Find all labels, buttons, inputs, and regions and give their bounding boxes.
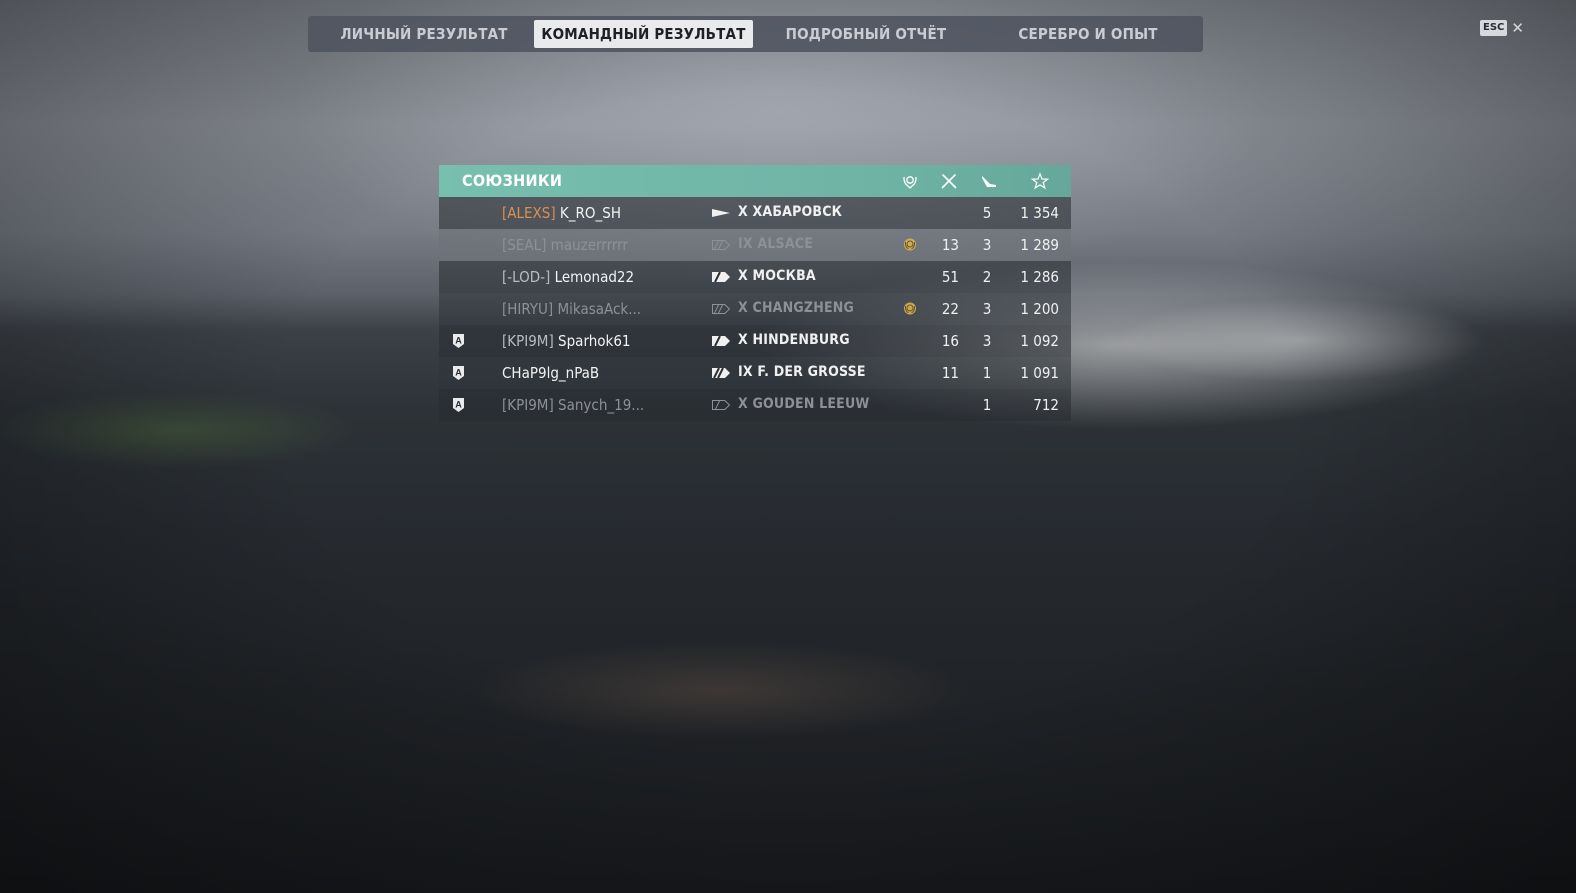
stat-col1: 11 (941, 364, 959, 382)
stat-col1: 13 (941, 236, 959, 254)
tab-personal-result[interactable]: ЛИЧНЫЙ РЕЗУЛЬТАТ (314, 20, 534, 48)
player-name: [ALEXS] K_RO_SH (502, 204, 621, 222)
battleship-class-icon (711, 367, 731, 379)
stat-score: 1 354 (1020, 204, 1059, 222)
player-name: [KPI9M] Sparhok61 (502, 332, 631, 350)
player-row[interactable]: A [KPI9M] Sanych_19... X GOUDEN LEEUW 1 … (439, 389, 1071, 421)
esc-key-label: ESC (1480, 20, 1508, 36)
stat-score: 1 289 (1020, 236, 1059, 254)
player-nick: MikasaAck... (557, 300, 642, 318)
player-name: CHaP9lg_nPaB (502, 364, 599, 382)
division-icon: A (452, 397, 465, 413)
division-icon: A (452, 333, 465, 349)
stat-col2: 3 (982, 300, 992, 318)
close-button[interactable]: ESC ✕ (1480, 20, 1524, 36)
clan-tag: [KPI9M] (502, 332, 554, 350)
ship-name: IX F. DER GROSSE (738, 364, 866, 380)
player-row[interactable]: [HIRYU] MikasaAck... X CHANGZHENG 22 3 1… (439, 293, 1071, 325)
laurel-medal-icon (901, 236, 919, 254)
star-icon (1031, 172, 1049, 190)
player-row[interactable]: A [KPI9M] Sparhok61 X HINDENBURG 16 3 1 … (439, 325, 1071, 357)
stat-score: 712 (1033, 396, 1059, 414)
stat-score: 1 091 (1020, 364, 1059, 382)
hit-icon (980, 172, 998, 190)
cruiser-class-icon (711, 399, 731, 411)
tab-detailed-report[interactable]: ПОДРОБНЫЙ ОТЧЁТ (753, 20, 979, 48)
stat-col2: 3 (982, 236, 992, 254)
stat-col2: 1 (982, 396, 992, 414)
ship-name: X CHANGZHENG (738, 300, 855, 316)
ship-name: X GOUDEN LEEUW (738, 396, 870, 412)
ship-name: IX ALSACE (738, 236, 814, 252)
stat-score: 1 200 (1020, 300, 1059, 318)
player-nick: K_RO_SH (559, 204, 621, 222)
ship-name: X МОСКВА (738, 268, 816, 284)
clan-tag: [KPI9M] (502, 396, 554, 414)
team-header: СОЮЗНИКИ (439, 165, 1071, 197)
team-rows: [ALEXS] K_RO_SH X ХАБАРОВСК 5 1 354 [SEA… (439, 197, 1071, 421)
player-nick: mauzerrrrrr (550, 236, 628, 254)
close-icon: ✕ (1511, 19, 1524, 37)
laurel-medal-icon (901, 300, 919, 318)
team-results-panel: СОЮЗНИКИ [ALEXS] K_RO_SH X ХАБАРОВСК 5 1… (439, 165, 1071, 421)
player-nick: Lemonad22 (554, 268, 635, 286)
svg-text:A: A (455, 336, 462, 346)
stat-col1: 22 (941, 300, 959, 318)
destroyer-class-icon (711, 207, 731, 219)
laurel-medal-icon (901, 172, 919, 190)
svg-text:A: A (455, 400, 462, 410)
player-name: [-LOD-] Lemonad22 (502, 268, 634, 286)
player-name: [HIRYU] MikasaAck... (502, 300, 641, 318)
ship-name: X ХАБАРОВСК (738, 204, 843, 220)
stat-col2: 5 (982, 204, 992, 222)
background-scene (0, 0, 1576, 893)
team-title: СОЮЗНИКИ (462, 171, 563, 190)
stat-col2: 2 (982, 268, 992, 286)
player-row[interactable]: [-LOD-] Lemonad22 X МОСКВА 51 2 1 286 (439, 261, 1071, 293)
stat-score: 1 092 (1020, 332, 1059, 350)
tab-team-result[interactable]: КОМАНДНЫЙ РЕЗУЛЬТАТ (534, 20, 753, 48)
stat-col2: 1 (982, 364, 992, 382)
clan-tag: [HIRYU] (502, 300, 554, 318)
player-name: [SEAL] mauzerrrrrr (502, 236, 628, 254)
clan-tag: [SEAL] (502, 236, 547, 254)
player-nick: Sanych_19... (558, 396, 645, 414)
cruiser-class-icon (711, 271, 731, 283)
crossed-swords-icon (940, 172, 958, 190)
stat-score: 1 286 (1020, 268, 1059, 286)
stat-col1: 51 (941, 268, 959, 286)
ship-name: X HINDENBURG (738, 332, 850, 348)
clan-tag: [-LOD-] (502, 268, 551, 286)
battleship-class-icon (711, 303, 731, 315)
player-nick: Sparhok61 (558, 332, 631, 350)
battleship-class-icon (711, 239, 731, 251)
player-name: [KPI9M] Sanych_19... (502, 396, 644, 414)
division-icon: A (452, 365, 465, 381)
cruiser-class-icon (711, 335, 731, 347)
player-row[interactable]: A CHaP9lg_nPaB IX F. DER GROSSE 11 1 1 0… (439, 357, 1071, 389)
tab-credits-and-xp[interactable]: СЕРЕБРО И ОПЫТ (979, 20, 1197, 48)
player-row[interactable]: [SEAL] mauzerrrrrr IX ALSACE 13 3 1 289 (439, 229, 1071, 261)
player-row[interactable]: [ALEXS] K_RO_SH X ХАБАРОВСК 5 1 354 (439, 197, 1071, 229)
player-nick: CHaP9lg_nPaB (502, 364, 600, 382)
stat-col1: 16 (941, 332, 959, 350)
stat-col2: 3 (982, 332, 992, 350)
svg-text:A: A (455, 368, 462, 378)
clan-tag: [ALEXS] (502, 204, 556, 222)
result-tabs: ЛИЧНЫЙ РЕЗУЛЬТАТ КОМАНДНЫЙ РЕЗУЛЬТАТ ПОД… (308, 16, 1203, 52)
